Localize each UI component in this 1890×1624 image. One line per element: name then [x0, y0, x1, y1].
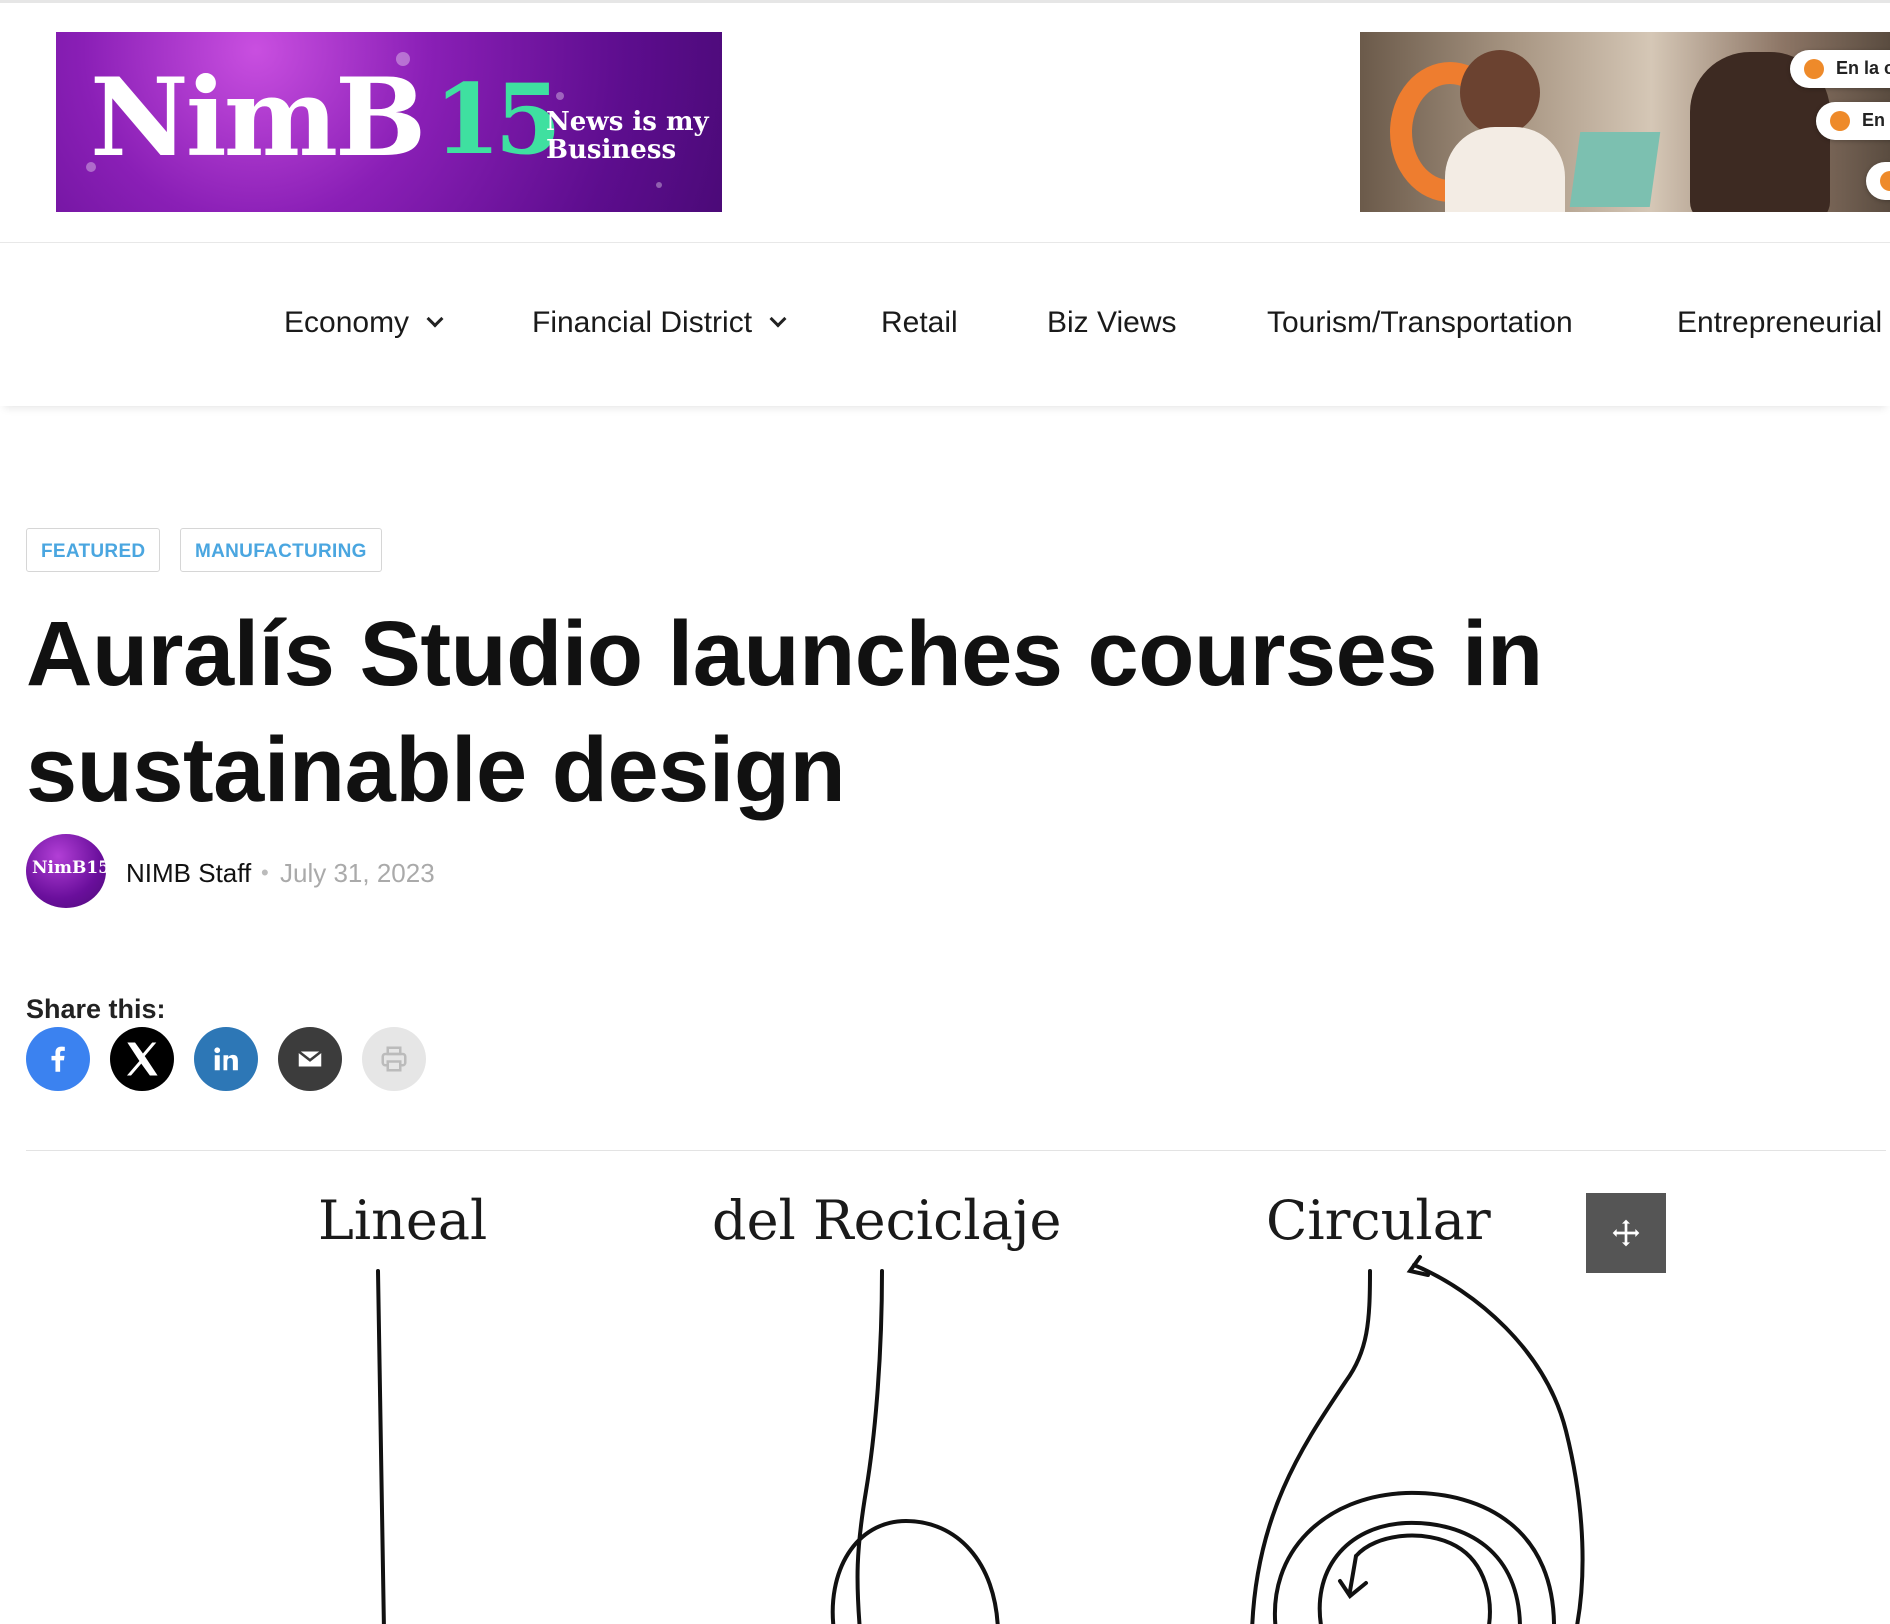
site-header: NimB 15 News is my Business En la c En	[0, 3, 1890, 243]
logo-tagline-line2: Business	[546, 135, 677, 165]
nav-item-label: Financial District	[532, 306, 753, 339]
nav-item-label: Tourism/Transportation	[1267, 306, 1573, 339]
nav-item-economy[interactable]: Economy	[284, 306, 444, 340]
nav-item-financial-district[interactable]: Financial District	[532, 306, 787, 340]
article-title: Auralís Studio launches courses in susta…	[26, 603, 1543, 821]
ad-pill: En la c	[1790, 50, 1890, 88]
move-icon	[1612, 1219, 1640, 1247]
article-date: July 31, 2023	[280, 858, 435, 888]
nav-item-retail[interactable]: Retail	[881, 306, 958, 340]
share-print-button[interactable]	[362, 1027, 426, 1091]
chevron-down-icon	[769, 310, 787, 328]
x-icon	[126, 1042, 158, 1076]
ad-person-graphic	[1460, 50, 1540, 135]
print-icon	[381, 1046, 407, 1072]
nav-item-label: Retail	[881, 306, 958, 339]
share-email-button[interactable]	[278, 1027, 342, 1091]
linkedin-icon	[214, 1047, 238, 1071]
logo-brand: NimB	[90, 55, 426, 181]
nav-item-tourism-transportation[interactable]: Tourism/Transportation	[1267, 306, 1573, 340]
circular-arc	[1412, 1263, 1585, 1624]
chevron-down-icon	[426, 310, 444, 328]
nav-item-biz-views[interactable]: Biz Views	[1047, 306, 1177, 340]
nav-item-label: Entrepreneurial	[1677, 306, 1883, 339]
email-icon	[297, 1050, 323, 1067]
article-figure: Lineal del Reciclaje Circular	[26, 1151, 1890, 1624]
logo-sparkle	[556, 92, 564, 100]
nav-item-label: Biz Views	[1047, 306, 1177, 339]
meta-separator: •	[261, 860, 269, 885]
facebook-icon	[51, 1046, 65, 1072]
author-name[interactable]: NIMB Staff	[126, 858, 251, 889]
category-tag-manufacturing[interactable]: MANUFACTURING	[180, 528, 382, 572]
share-linkedin-button[interactable]	[194, 1027, 258, 1091]
circular-spiral-outer	[1272, 1490, 1556, 1624]
nav-item-entrepreneurial[interactable]: Entrepreneurial	[1677, 306, 1882, 340]
share-label: Share this:	[26, 994, 166, 1024]
header-ad-banner[interactable]: En la c En	[1360, 32, 1890, 212]
move-handle-button[interactable]	[1586, 1193, 1666, 1273]
author-avatar[interactable]: NimB15	[26, 834, 106, 908]
avatar-text: NimB15	[32, 858, 106, 878]
logo-tagline: News is my Business	[546, 108, 709, 164]
ad-shopping-bag-graphic	[1569, 132, 1661, 207]
nav-item-label: Economy	[284, 306, 410, 339]
logo-number: 15	[434, 63, 562, 176]
circular-arrow-shaft	[1348, 1554, 1358, 1593]
category-tag-featured[interactable]: FEATURED	[26, 528, 161, 572]
ad-pill	[1866, 162, 1890, 200]
ad-pill: En	[1816, 102, 1890, 140]
logo-sparkle	[656, 182, 662, 188]
ad-person-graphic	[1445, 127, 1565, 212]
share-x-button[interactable]	[110, 1027, 174, 1091]
site-logo[interactable]: NimB 15 News is my Business	[56, 32, 722, 212]
share-facebook-button[interactable]	[26, 1027, 90, 1091]
main-nav: Economy Financial District Retail Biz Vi…	[0, 244, 1890, 406]
logo-tagline-line1: News is my	[546, 107, 709, 137]
circular-spiral-inner	[1354, 1533, 1492, 1624]
reciclaje-line	[855, 1269, 884, 1624]
lineal-line	[376, 1269, 386, 1624]
